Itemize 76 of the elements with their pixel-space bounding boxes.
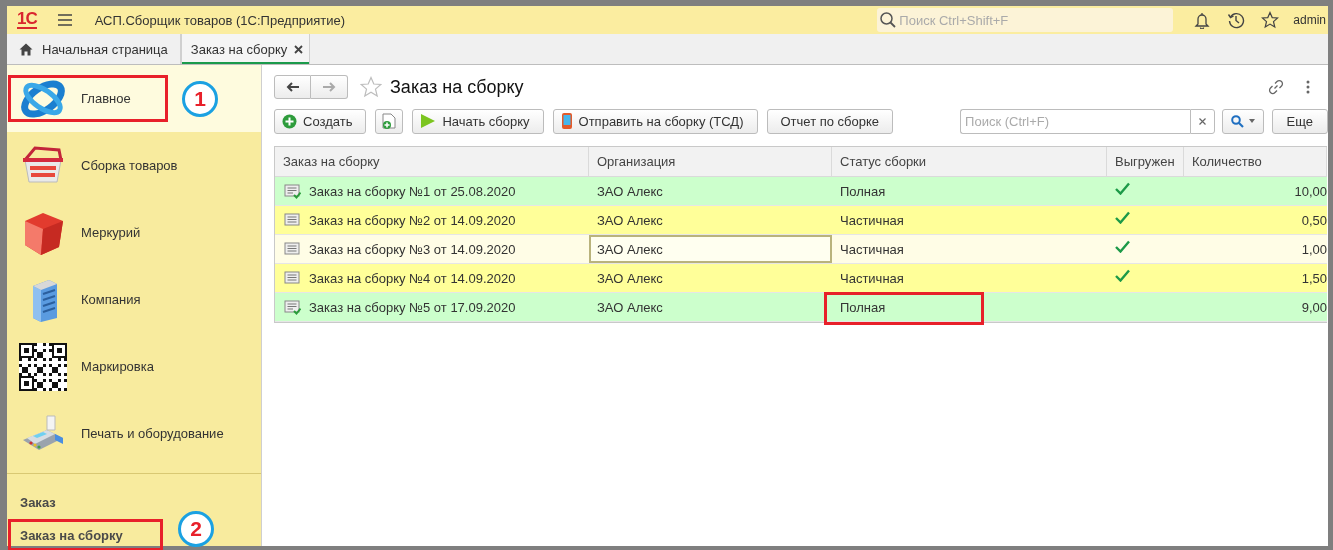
table-row[interactable]: Заказ на сборку №5 от 17.09.2020 ЗАО Алекс Полная 9,00 [275,293,1327,322]
toolbar-button[interactable]: Начать сборку [412,108,544,134]
column-header[interactable]: Заказ на сборку [275,147,589,177]
search-icon [879,11,898,29]
menu-icon[interactable] [56,13,73,27]
toolbar-button[interactable]: Создать [274,108,367,134]
user-name[interactable]: admin [1293,13,1326,27]
table-cell: Полная [840,183,886,199]
toolbar-button[interactable]: Отправить на сборку (ТСД) [552,108,758,134]
bell-icon[interactable] [1193,11,1212,29]
table-cell-text: ЗАО Алекс [596,182,664,201]
phone-icon [560,112,573,130]
caret-icon [1248,119,1255,123]
table-cell[interactable]: Заказ на сборку №4 от 14.09.2020 [309,270,516,286]
table-row[interactable]: Заказ на сборку №1 от 25.08.2020 ЗАО Алекс Полная 10,00 [275,177,1327,206]
table-cell: 9,00 [1301,299,1327,315]
logo: 1С [17,11,37,29]
table-cell[interactable]: Заказ на сборку №3 от 14.09.2020 [309,241,516,257]
column-header[interactable]: Количество [1184,147,1327,177]
table-cell[interactable]: Заказ на сборку №2 от 14.09.2020 [309,212,516,228]
tab[interactable]: Начальная страница [7,34,181,64]
table-cell: Частичная [840,212,904,228]
command-link[interactable]: Заказ [7,486,62,519]
link-icon[interactable] [1268,79,1284,95]
table-cell[interactable]: Заказ на сборку №5 от 17.09.2020 [309,299,516,315]
section-item[interactable]: Компания [7,266,261,333]
play-icon [420,113,437,129]
column-header[interactable]: Статус сборки [832,147,1107,177]
section-item[interactable]: Сборка товаров [7,132,261,199]
close-icon[interactable] [294,44,304,54]
table-row[interactable]: Заказ на сборку №3 от 14.09.2020 ЗАО Алекс Частичная 1,00 [275,235,1327,264]
more-button[interactable]: Еще [1271,108,1328,134]
command-link[interactable]: Заказ на сборку [7,519,129,550]
table-cell: Частичная [840,270,904,286]
copy-button[interactable] [375,108,404,134]
home-icon [19,42,33,56]
toolbar-button[interactable]: Отчет по сборке [766,108,894,134]
right-arrow-icon [322,82,336,92]
form-title: Заказ на сборку [390,76,524,98]
tab[interactable]: Заказ на сборку [180,34,311,64]
table-cell: 10,00 [1294,183,1327,199]
history-icon[interactable] [1227,11,1246,29]
plus-circle-icon [282,113,297,129]
add-document-icon [382,112,397,130]
table-cell: 0,50 [1301,212,1327,228]
star-icon[interactable] [360,76,382,98]
callout-number: 1 [182,81,218,117]
window-title: АСП.Сборщик товаров (1С:Предприятие) [94,12,346,28]
back-button[interactable] [274,75,311,99]
section-item[interactable]: Меркурий [7,199,261,266]
qr-code-icon [19,342,67,391]
search-icon [1230,114,1244,128]
table-row[interactable]: Заказ на сборку №2 от 14.09.2020 ЗАО Алекс Частичная 0,50 [275,206,1327,235]
table-cell: Полная [840,299,886,315]
column-header[interactable]: Организация [589,147,832,177]
table-cell: Частичная [840,241,904,257]
search-field[interactable]: Поиск Ctrl+Shift+F [877,8,1174,32]
table-cell[interactable]: Заказ на сборку №1 от 25.08.2020 [309,183,516,199]
section-item[interactable]: Маркировка [7,333,261,400]
table-cell: ЗАО Алекс [589,235,832,263]
table-row[interactable]: Заказ на сборку №4 от 14.09.2020 ЗАО Алекс Частичная 1,50 [275,264,1327,293]
table-cell-text: ЗАО Алекс [596,269,664,288]
search-field[interactable]: Поиск (Ctrl+F) [960,108,1190,134]
table-cell: 1,50 [1301,270,1327,286]
search-button[interactable] [1221,108,1264,134]
table-cell: 1,00 [1301,241,1327,257]
column-header[interactable]: Выгружен [1107,147,1184,177]
table-cell-text: ЗАО Алекс [596,211,664,230]
left-arrow-icon [285,82,300,92]
more-icon[interactable] [1306,80,1310,94]
callout-number: 2 [178,511,214,547]
star-icon[interactable] [1261,11,1280,29]
close-icon [1198,117,1206,125]
table-cell-text: ЗАО Алекс [596,298,664,317]
section-item[interactable]: Печать и оборудование [7,400,261,467]
section-item[interactable]: Главное 1 [7,65,261,132]
